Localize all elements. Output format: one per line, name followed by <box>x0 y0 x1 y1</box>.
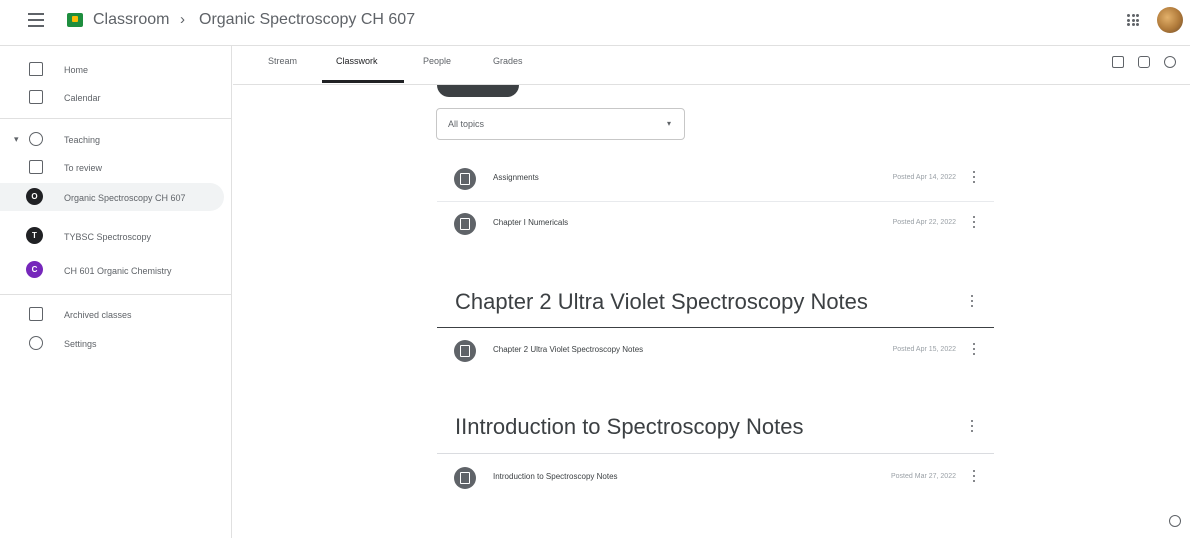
sidebar-item-calendar[interactable]: Calendar <box>0 83 224 111</box>
breadcrumb-separator-icon: › <box>180 11 185 28</box>
sidebar-item-label: Archived classes <box>64 310 132 320</box>
more-options-icon[interactable] <box>970 295 974 309</box>
sidebar-item-label: Teaching <box>64 135 101 145</box>
sidebar-item-tybsc-spectroscopy[interactable]: T TYBSC Spectroscopy <box>0 222 224 250</box>
topic-filter-select[interactable]: All topics ▾ <box>436 108 685 140</box>
home-icon <box>29 62 43 76</box>
class-avatar: O <box>26 188 43 205</box>
sidebar-item-label: CH 601 Organic Chemistry <box>64 266 172 276</box>
archive-icon <box>29 307 43 321</box>
class-avatar: C <box>26 261 43 278</box>
item-posted-date: Posted Mar 27, 2022 <box>891 473 956 480</box>
list-item[interactable]: Introduction to Spectroscopy Notes Poste… <box>437 456 994 500</box>
topic-rule <box>437 327 994 328</box>
assignment-icon <box>454 168 476 190</box>
item-posted-date: Posted Apr 14, 2022 <box>892 174 956 181</box>
topic-heading: IIntroduction to Spectroscopy Notes <box>455 414 804 439</box>
top-app-bar: Classroom › Organic Spectroscopy CH 607 <box>0 0 1190 44</box>
material-icon <box>454 340 476 362</box>
dropdown-caret-icon: ▾ <box>666 119 671 128</box>
tab-stream[interactable]: Stream <box>268 56 297 66</box>
folder-icon <box>29 160 43 174</box>
list-item[interactable]: Chapter 2 Ultra Violet Spectroscopy Note… <box>437 329 994 373</box>
topic-filter-value: All topics <box>448 119 485 129</box>
main-menu-icon[interactable] <box>28 13 44 27</box>
sidebar-item-to-review[interactable]: To review <box>0 153 224 181</box>
item-posted-date: Posted Apr 15, 2022 <box>892 346 956 353</box>
sidebar-divider <box>0 118 232 119</box>
calendar-icon[interactable] <box>1112 56 1124 68</box>
sidebar-item-home[interactable]: Home <box>0 55 224 83</box>
sidebar-item-ch601[interactable]: C CH 601 Organic Chemistry <box>0 256 224 284</box>
tab-classwork[interactable]: Classwork <box>336 56 378 66</box>
breadcrumb-class-name[interactable]: Organic Spectroscopy CH 607 <box>199 11 415 29</box>
tab-grades[interactable]: Grades <box>493 56 523 66</box>
expand-caret-icon[interactable]: ▾ <box>14 134 19 145</box>
item-title: Assignments <box>493 173 539 182</box>
class-avatar: T <box>26 227 43 244</box>
classroom-logo-icon[interactable] <box>67 13 83 27</box>
list-item[interactable]: Chapter I Numericals Posted Apr 22, 2022 <box>437 202 994 246</box>
sidebar-item-label: Home <box>64 65 89 75</box>
more-options-icon[interactable] <box>972 216 976 230</box>
google-apps-icon[interactable] <box>1127 14 1139 26</box>
gear-icon <box>29 336 43 350</box>
item-title: Chapter I Numericals <box>493 218 569 227</box>
sidebar-item-label: Settings <box>64 339 97 349</box>
sidebar-item-label: Calendar <box>64 93 101 103</box>
item-posted-date: Posted Apr 22, 2022 <box>892 219 956 226</box>
sidebar-item-archived[interactable]: Archived classes <box>0 300 224 328</box>
sidebar-item-label: TYBSC Spectroscopy <box>64 232 152 242</box>
sidebar: Home Calendar ▾ Teaching To review O Org… <box>0 46 232 538</box>
people-icon <box>29 132 43 146</box>
material-icon <box>454 467 476 489</box>
sidebar-divider <box>0 294 232 295</box>
topic-heading: Chapter 2 Ultra Violet Spectroscopy Note… <box>455 289 868 314</box>
tab-people[interactable]: People <box>423 56 451 66</box>
more-options-icon[interactable] <box>972 171 976 185</box>
drive-folder-icon[interactable] <box>1138 56 1150 68</box>
item-title: Introduction to Spectroscopy Notes <box>493 472 618 481</box>
sidebar-item-teaching[interactable]: ▾ Teaching <box>0 125 224 153</box>
sidebar-item-settings[interactable]: Settings <box>0 329 224 357</box>
account-avatar[interactable] <box>1157 7 1183 33</box>
item-title: Chapter 2 Ultra Violet Spectroscopy Note… <box>493 345 644 354</box>
help-icon[interactable] <box>1169 515 1181 527</box>
active-tab-indicator <box>322 80 404 83</box>
more-options-icon[interactable] <box>970 420 974 434</box>
breadcrumb-classroom[interactable]: Classroom <box>93 11 169 29</box>
assignment-icon <box>454 213 476 235</box>
tabs-divider <box>233 84 1190 85</box>
more-options-icon[interactable] <box>972 470 976 484</box>
create-button[interactable] <box>437 85 519 97</box>
list-item[interactable]: Assignments Posted Apr 14, 2022 <box>437 157 994 201</box>
sidebar-item-label: Organic Spectroscopy CH 607 <box>64 193 186 203</box>
calendar-icon <box>29 90 43 104</box>
sidebar-item-organic-spectroscopy[interactable]: O Organic Spectroscopy CH 607 <box>0 183 224 211</box>
settings-icon[interactable] <box>1164 56 1176 68</box>
sidebar-item-label: To review <box>64 163 103 173</box>
more-options-icon[interactable] <box>972 343 976 357</box>
topic-rule <box>437 453 994 454</box>
class-tabs: Stream Classwork People Grades <box>233 46 1190 84</box>
